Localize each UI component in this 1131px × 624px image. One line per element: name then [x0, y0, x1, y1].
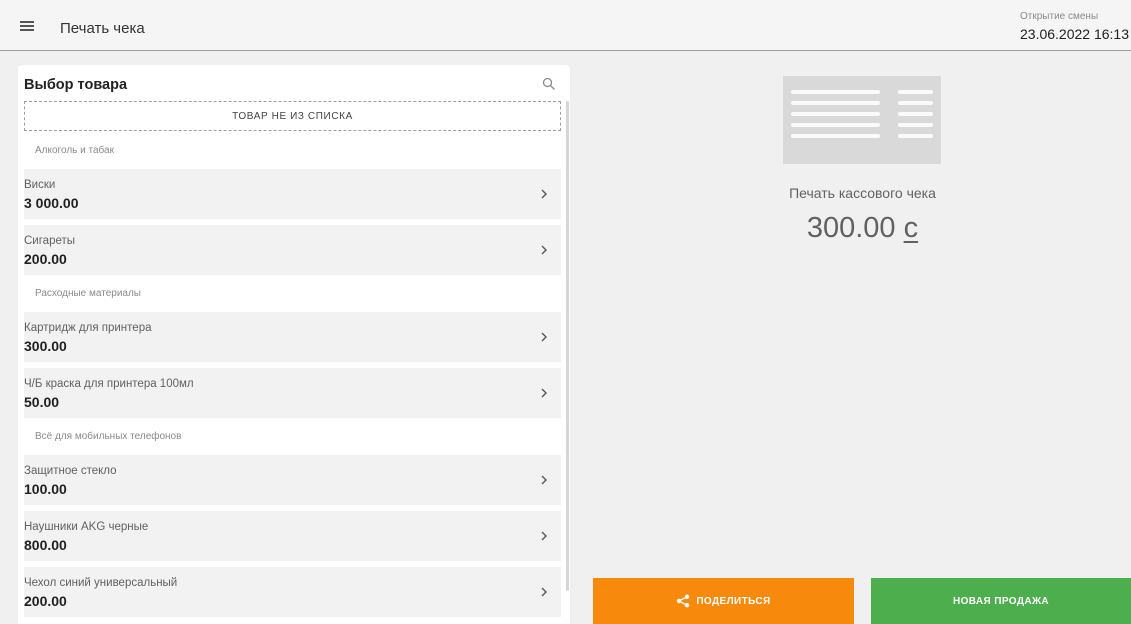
- page-title: Печать чека: [60, 20, 145, 37]
- category-header: Расходные материалы: [35, 288, 141, 299]
- product-item[interactable]: Чехол синий универсальный 200.00: [24, 567, 561, 617]
- menu-icon[interactable]: [20, 18, 34, 32]
- receipt-amount: 300.00 с: [760, 212, 965, 245]
- product-price: 800.00: [24, 537, 67, 553]
- list-scrollbar[interactable]: [566, 101, 569, 591]
- new-sale-button[interactable]: НОВАЯ ПРОДАЖА: [871, 578, 1131, 624]
- product-item[interactable]: Ч/Б краска для принтера 100мл 50.00: [24, 368, 561, 418]
- product-price: 3 000.00: [24, 195, 79, 211]
- product-name: Чехол синий универсальный: [24, 577, 178, 589]
- product-selection-panel: Выбор товара ТОВАР НЕ ИЗ СПИСКА Алкоголь…: [18, 65, 570, 624]
- product-item[interactable]: Сигареты 200.00: [24, 225, 561, 275]
- search-icon[interactable]: [542, 77, 556, 91]
- chevron-right-icon: [541, 388, 547, 398]
- amount-value: 300.00: [806, 212, 896, 244]
- chevron-right-icon: [541, 587, 547, 597]
- product-price: 200.00: [24, 593, 67, 609]
- receipt-icon: [783, 76, 941, 164]
- product-name: Сигареты: [24, 235, 76, 247]
- app-header: Печать чека Открытие смены 23.06.2022 16…: [0, 0, 1131, 51]
- receipt-print-label: Печать кассового чека: [789, 185, 936, 201]
- product-name: Ч/Б краска для принтера 100мл: [24, 378, 194, 390]
- chevron-right-icon: [541, 189, 547, 199]
- share-icon: [677, 594, 690, 608]
- product-price: 50.00: [24, 394, 60, 410]
- chevron-right-icon: [541, 531, 547, 541]
- chevron-right-icon: [541, 245, 547, 255]
- category-header: Алкоголь и табак: [35, 145, 114, 156]
- product-name: Защитное стекло: [24, 465, 117, 477]
- share-button-label: ПОДЕЛИТЬСЯ: [696, 595, 771, 607]
- chevron-right-icon: [541, 475, 547, 485]
- category-header: Всё для мобильных телефонов: [35, 431, 182, 442]
- product-price: 200.00: [24, 251, 67, 267]
- product-item[interactable]: Наушники AKG черные 800.00: [24, 511, 561, 561]
- product-name: Картридж для принтера: [24, 322, 152, 334]
- product-item[interactable]: Виски 3 000.00: [24, 169, 561, 219]
- product-price: 300.00: [24, 338, 67, 354]
- new-sale-button-label: НОВАЯ ПРОДАЖА: [952, 595, 1050, 607]
- currency-symbol: с: [903, 212, 919, 244]
- shift-open-date: 23.06.2022 16:13: [1020, 26, 1129, 42]
- chevron-right-icon: [541, 332, 547, 342]
- product-list: ТОВАР НЕ ИЗ СПИСКА Алкоголь и табак Виск…: [24, 101, 561, 623]
- product-price: 100.00: [24, 481, 67, 497]
- custom-item-button[interactable]: ТОВАР НЕ ИЗ СПИСКА: [24, 101, 561, 131]
- product-name: Виски: [24, 179, 56, 191]
- panel-title: Выбор товара: [24, 77, 128, 93]
- share-button[interactable]: ПОДЕЛИТЬСЯ: [593, 578, 854, 624]
- product-name: Наушники AKG черные: [24, 521, 149, 533]
- product-item[interactable]: Защитное стекло 100.00: [24, 455, 561, 505]
- shift-open-label: Открытие смены: [1020, 11, 1099, 22]
- product-item[interactable]: Картридж для принтера 300.00: [24, 312, 561, 362]
